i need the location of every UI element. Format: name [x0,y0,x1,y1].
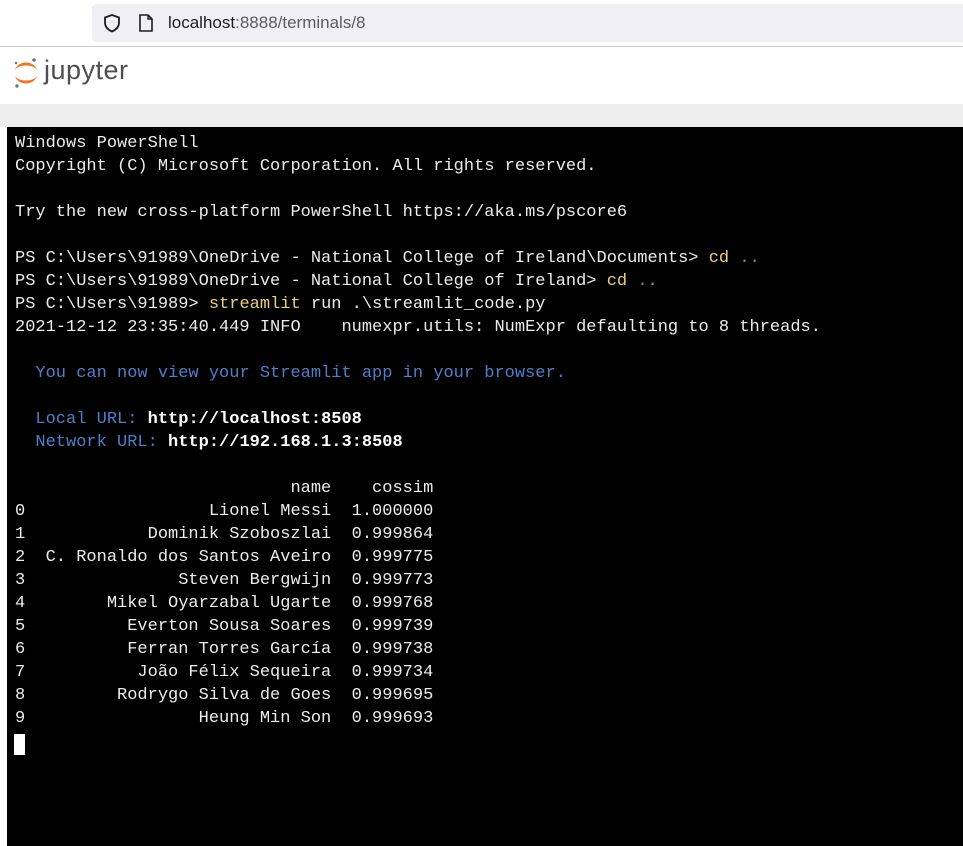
url-path: :8888/terminals/8 [235,13,366,32]
banner-try: Try the new cross-platform PowerShell ht… [15,203,628,222]
table-header: name cossim [15,479,434,498]
view-message-text: You can now view your Streamlit app in y… [35,364,566,383]
table-row: 0 Lionel Messi 1.000000 [15,502,434,521]
terminal-window[interactable]: Windows PowerShell Copyright (C) Microso… [7,127,963,846]
table-row: 6 Ferran Torres García 0.999738 [15,640,434,659]
page-icon[interactable] [138,13,154,33]
url-host: localhost [168,13,236,32]
jupyter-header: jupyter [0,47,963,104]
command-args: run .\streamlit_code.py [310,295,546,314]
prompt: PS C:\Users\91989\OneDrive - National Co… [15,272,597,291]
command-line-2: PS C:\Users\91989\OneDrive - National Co… [15,270,658,293]
prompt: PS C:\Users\91989\OneDrive - National Co… [15,249,699,268]
table-row: 9 Heung Min Son 0.999693 [15,709,434,728]
table-row: 5 Everton Sousa Soares 0.999739 [15,617,434,636]
jupyter-logo-text[interactable]: jupyter [44,54,129,86]
table-row: 1 Dominik Szoboszlai 0.999864 [15,525,434,544]
banner-copyright: Copyright (C) Microsoft Corporation. All… [15,157,597,176]
prompt: PS C:\Users\91989> [15,295,199,314]
network-url[interactable]: http://192.168.1.3:8508 [168,433,403,452]
log-line: 2021-12-12 23:35:40.449 INFO numexpr.uti… [15,318,821,337]
url-text[interactable]: localhost:8888/terminals/8 [168,12,366,34]
table-row: 4 Mikel Oyarzabal Ugarte 0.999768 [15,594,434,613]
shield-icon[interactable] [102,13,122,33]
table-row: 3 Steven Bergwijn 0.999773 [15,571,434,590]
table-row: 2 C. Ronaldo dos Santos Aveiro 0.999775 [15,548,434,567]
command-line-1: PS C:\Users\91989\OneDrive - National Co… [15,247,760,270]
browser-toolbar: localhost:8888/terminals/8 [0,0,963,46]
command-args: .. [739,249,760,268]
header-gap [0,104,963,127]
command: cd [606,272,628,291]
command: streamlit [208,295,301,314]
table-row: 8 Rodrygo Silva de Goes 0.999695 [15,686,434,705]
command: cd [708,249,730,268]
command-line-3: PS C:\Users\91989> streamlit run .\strea… [15,293,546,316]
local-url-line: Local URL: http://localhost:8508 [15,408,362,431]
network-url-line: Network URL: http://192.168.1.3:8508 [15,431,403,454]
view-message: You can now view your Streamlit app in y… [15,362,566,385]
local-url[interactable]: http://localhost:8508 [148,410,362,429]
command-args: .. [637,272,658,291]
network-url-label: Network URL: [35,433,158,452]
url-bar[interactable]: localhost:8888/terminals/8 [92,4,963,42]
local-url-label: Local URL: [35,410,138,429]
table-row: 7 João Félix Sequeira 0.999734 [15,663,434,682]
banner-title: Windows PowerShell [15,134,199,153]
terminal-cursor [14,734,25,755]
jupyter-logo-icon[interactable] [12,57,40,89]
